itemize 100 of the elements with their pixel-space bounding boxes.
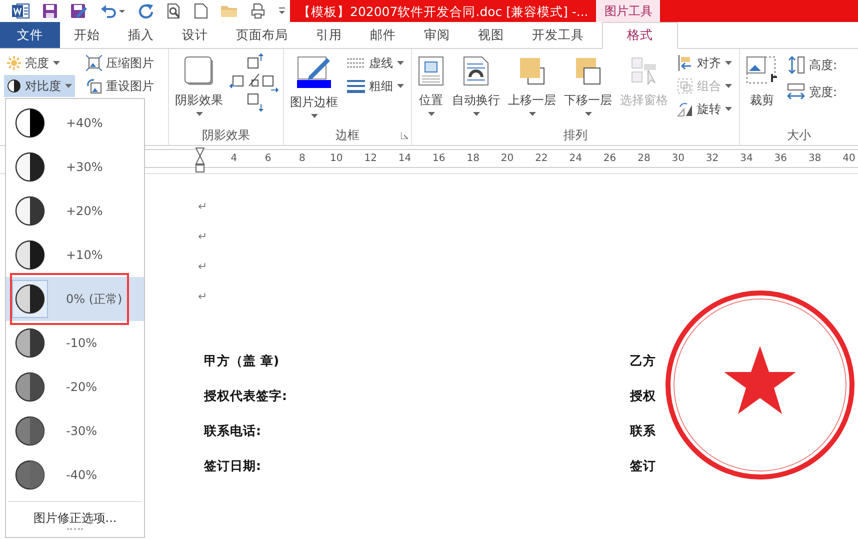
dialog-launcher-icon[interactable] [401, 132, 408, 139]
signature-field-label: 联系电话: [204, 423, 262, 440]
ruler-number: 10 [329, 153, 344, 164]
ribbon-tab[interactable]: 审阅 [410, 22, 464, 48]
line-weight-icon [347, 79, 365, 93]
signature-field-label: 甲方（盖 章) [204, 353, 280, 370]
pen-color-icon [297, 56, 331, 88]
caret-icon [528, 112, 536, 116]
caret-icon [53, 61, 60, 65]
ribbon-dropdown-button[interactable]: 虚线 [344, 52, 407, 74]
caret-icon [196, 112, 202, 116]
selection-pane-icon [630, 56, 658, 86]
indent-marker-icon[interactable] [195, 147, 205, 173]
save-edit-icon[interactable] [70, 3, 88, 19]
ruler-number: 14 [397, 153, 412, 164]
ribbon-tab[interactable]: 插入 [114, 22, 168, 48]
ruler-number: 12 [363, 153, 378, 164]
ruler-number: 38 [807, 153, 822, 164]
caret-icon [428, 112, 434, 116]
ribbon-dropdown-button[interactable]: 粗细 [344, 75, 407, 97]
ribbon-large-button[interactable]: 位置 [416, 52, 446, 123]
contrast-option[interactable]: +30% [6, 145, 144, 189]
compress-picture-icon [86, 55, 102, 71]
contrast-preview-icon [15, 460, 45, 490]
ribbon-dropdown-button[interactable]: 对比度 [4, 75, 75, 97]
height-icon [787, 56, 805, 74]
word-logo-icon[interactable] [12, 3, 30, 19]
paragraph-mark: ↵ [198, 230, 208, 245]
ribbon-tab[interactable]: 开始 [60, 22, 114, 48]
signature-field-label: 授权 [630, 388, 657, 405]
caret-icon [472, 112, 480, 116]
contrast-option[interactable]: +40% [6, 101, 144, 145]
ribbon-tab[interactable]: 视图 [464, 22, 518, 48]
ribbon-large-button[interactable]: 自动换行 [450, 52, 502, 123]
ribbon-large-button[interactable]: 下移一层 [562, 52, 614, 123]
ruler-number: 20 [500, 153, 515, 164]
caret-icon [725, 61, 732, 65]
signature-field-label: 联系 [630, 423, 657, 440]
ruler-number: 26 [602, 153, 618, 164]
redo-icon[interactable] [138, 3, 154, 19]
resize-grip[interactable] [67, 528, 83, 533]
printer-icon[interactable] [250, 3, 266, 19]
group-label: 大小 [787, 127, 811, 144]
signature-field-label: 签订 [630, 458, 657, 475]
caret-icon [584, 112, 592, 116]
ribbon-tab[interactable]: 格式 [602, 22, 678, 49]
shadow-effect-button[interactable]: 阴影效果 [173, 52, 225, 123]
ruler-number: 4 [230, 153, 238, 164]
dashed-line-icon [347, 57, 365, 69]
contrast-option[interactable]: -40% [6, 453, 144, 497]
ribbon-tab[interactable]: 文件 [0, 22, 60, 48]
document-icon[interactable] [194, 3, 208, 19]
text-wrap-icon [463, 56, 489, 86]
ribbon-dropdown-button[interactable]: 旋转 [674, 98, 735, 120]
contrast-preview-icon [15, 328, 45, 358]
ribbon-tab[interactable]: 邮件 [356, 22, 410, 48]
crop-icon [746, 56, 778, 86]
ribbon-dropdown-button[interactable]: 亮度 [4, 52, 75, 74]
group-label: 阴影效果 [202, 127, 250, 144]
ruler-number: 36 [773, 153, 788, 164]
caret-icon [397, 61, 404, 65]
group-label: 边框 [336, 127, 360, 144]
ribbon-tab[interactable]: 页面布局 [222, 22, 302, 48]
signature-field-label: 签订日期: [204, 458, 262, 475]
ribbon-small-button[interactable]: 重设图片 [83, 75, 157, 97]
contrast-option[interactable]: -10% [6, 321, 144, 365]
reset-picture-icon [86, 78, 102, 94]
contrast-preview-icon [15, 284, 45, 314]
contrast-preview-icon [15, 152, 45, 182]
rotate-icon [677, 101, 693, 117]
ruler-number: 28 [636, 153, 652, 164]
contrast-option[interactable]: +20% [6, 189, 144, 233]
paragraph-mark: ↵ [198, 290, 208, 305]
group-label: 排列 [564, 127, 588, 144]
ribbon-tab[interactable]: 开发工具 [518, 22, 598, 48]
ribbon-tab[interactable]: 引用 [302, 22, 356, 48]
ribbon-dropdown-button[interactable]: 对齐 [674, 52, 735, 74]
ribbon-large-button[interactable]: 上移一层 [506, 52, 558, 123]
paragraph-mark: ↵ [198, 200, 208, 215]
picture-border-button[interactable]: 图片边框 [288, 52, 340, 125]
context-tab-label: 图片工具 [596, 0, 660, 22]
crop-button[interactable]: 裁剪 [744, 52, 780, 113]
paragraph-mark: ↵ [198, 260, 208, 275]
window-title: 【模板】202007软件开发合同.doc [兼容模式] -... [290, 0, 596, 22]
undo-icon[interactable] [100, 3, 126, 19]
contrast-option[interactable]: +10% [6, 233, 144, 277]
contrast-option[interactable]: -20% [6, 365, 144, 409]
ruler-number: 18 [466, 153, 480, 164]
caret-icon [397, 84, 404, 88]
contrast-option[interactable]: -30% [6, 409, 144, 453]
ribbon-small-button[interactable]: 压缩图片 [83, 52, 157, 74]
group-icon [677, 78, 693, 94]
sun-icon [7, 56, 21, 70]
customize-menu-icon[interactable] [278, 7, 286, 15]
ruler-number: 34 [739, 153, 754, 164]
print-preview-icon[interactable] [166, 3, 182, 19]
save-icon[interactable] [42, 3, 58, 19]
ribbon-tab[interactable]: 设计 [168, 22, 222, 48]
picture-corrections-options-item[interactable]: 图片修正选项... [8, 501, 142, 526]
nudge-shadow-icon[interactable] [229, 52, 279, 112]
